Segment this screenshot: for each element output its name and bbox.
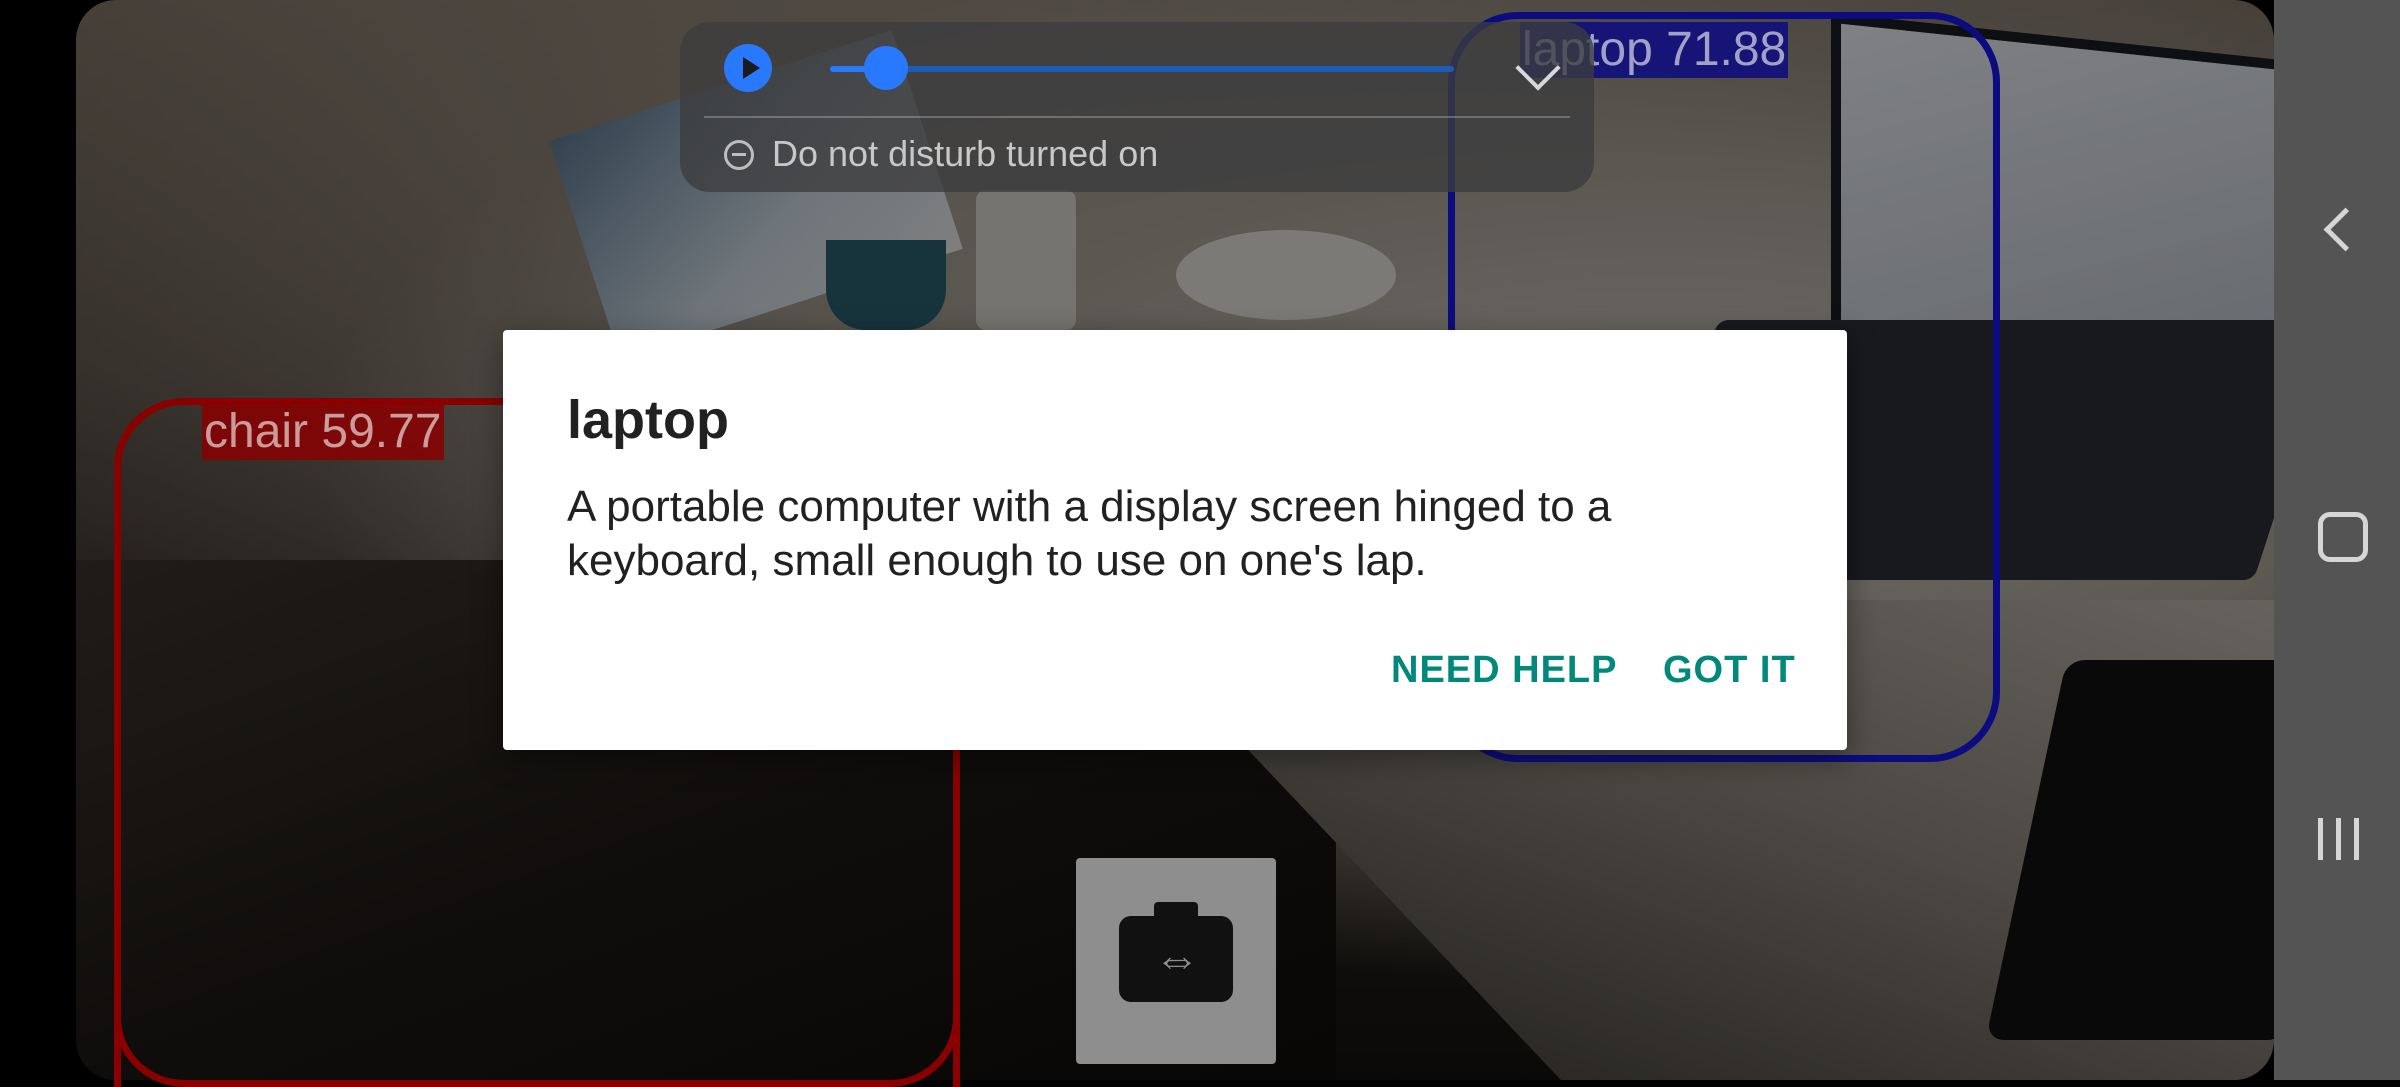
- need-help-button[interactable]: NEED HELP: [1391, 646, 1617, 694]
- playback-slider-thumb[interactable]: [864, 46, 909, 90]
- recents-icon[interactable]: [2318, 818, 2362, 862]
- panel-divider: [704, 116, 1570, 118]
- switch-camera-button[interactable]: ⇔: [1076, 858, 1276, 1064]
- info-dialog: laptop A portable computer with a displa…: [503, 330, 1847, 750]
- play-icon[interactable]: [724, 44, 772, 92]
- swap-arrows-icon: ⇔: [1154, 933, 1200, 985]
- chair-detection-box-bottom: [114, 1000, 960, 1087]
- dialog-body: A portable computer with a display scree…: [567, 482, 1612, 585]
- got-it-button[interactable]: GOT IT: [1663, 646, 1796, 694]
- do-not-disturb-icon: [724, 140, 754, 170]
- chair-detection-label: chair 59.77: [202, 404, 444, 460]
- dnd-status-text: Do not disturb turned on: [772, 133, 1159, 174]
- dialog-title: laptop: [567, 390, 729, 450]
- playback-slider-track[interactable]: [830, 66, 1454, 72]
- home-icon[interactable]: [2318, 512, 2368, 562]
